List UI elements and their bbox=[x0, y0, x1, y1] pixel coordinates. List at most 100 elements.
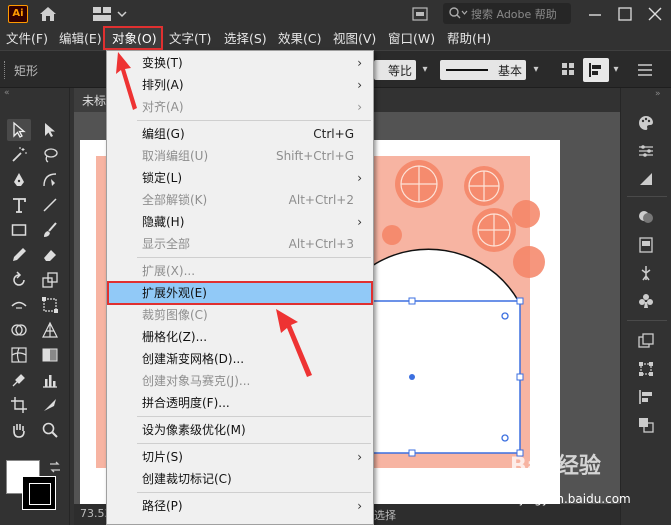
zoom-tool[interactable] bbox=[38, 419, 62, 441]
line-tool[interactable] bbox=[38, 194, 62, 216]
hand-tool[interactable] bbox=[7, 419, 31, 441]
object-menu-item[interactable]: 变换(T) › bbox=[108, 52, 372, 74]
workspace-switcher-icon[interactable] bbox=[92, 6, 128, 22]
expand-icon[interactable]: » bbox=[655, 89, 661, 99]
submenu-arrow-icon: › bbox=[357, 215, 362, 229]
align-panel-button[interactable] bbox=[634, 386, 658, 408]
rotate-tool[interactable] bbox=[7, 269, 31, 291]
stroke-profile-select[interactable]: 等比 bbox=[374, 60, 416, 80]
graph-tool[interactable] bbox=[38, 369, 62, 391]
chevron-down-icon[interactable]: ▾ bbox=[608, 60, 624, 80]
shape-builder-tool[interactable] bbox=[7, 319, 31, 341]
menu-edit[interactable]: 编辑(E) bbox=[59, 30, 102, 48]
chevron-down-icon[interactable]: ▾ bbox=[528, 60, 544, 80]
puppet-icon bbox=[641, 266, 651, 281]
object-menu-item[interactable]: 切片(S) › bbox=[108, 446, 372, 468]
object-menu-item[interactable]: 创建渐变网格(D)... bbox=[108, 348, 372, 370]
collapse-icon[interactable]: « bbox=[4, 88, 10, 98]
object-menu-item[interactable]: 锁定(L) › bbox=[108, 167, 372, 189]
object-menu-item[interactable]: 创建裁切标记(C) bbox=[108, 468, 372, 490]
document-icon[interactable] bbox=[412, 7, 428, 21]
properties-panel-button[interactable] bbox=[634, 140, 658, 162]
rectangle-tool[interactable] bbox=[7, 219, 31, 241]
transform-panel-button[interactable] bbox=[634, 358, 658, 380]
menu-file[interactable]: 文件(F) bbox=[6, 30, 48, 48]
menu-select[interactable]: 选择(S) bbox=[224, 30, 267, 48]
paintbrush-tool[interactable] bbox=[38, 219, 62, 241]
gradient-tool[interactable] bbox=[38, 344, 62, 366]
menu-item-label: 裁剪图像(C) bbox=[142, 308, 208, 322]
width-tool[interactable] bbox=[7, 294, 31, 316]
align-button[interactable] bbox=[583, 58, 609, 82]
stroke-color-swatch[interactable] bbox=[22, 476, 56, 510]
menu-effect[interactable]: 效果(C) bbox=[278, 30, 321, 48]
more-options-icon[interactable] bbox=[637, 63, 653, 77]
pathfinder-panel-button[interactable] bbox=[634, 414, 658, 436]
object-menu-item: 取消编组(U) Shift+Ctrl+G bbox=[108, 145, 372, 167]
slice-tool[interactable] bbox=[38, 394, 62, 416]
appearance-panel-button[interactable] bbox=[634, 234, 658, 256]
stroke-profile-value: 等比 bbox=[387, 64, 412, 78]
shape-builder-icon bbox=[11, 324, 27, 336]
magic-wand-tool[interactable] bbox=[7, 144, 31, 166]
submenu-arrow-icon: › bbox=[357, 450, 362, 464]
object-menu-item[interactable]: 栅格化(Z)... bbox=[108, 326, 372, 348]
direct-selection-tool[interactable] bbox=[38, 119, 62, 141]
type-tool[interactable] bbox=[7, 194, 31, 216]
close-icon[interactable] bbox=[645, 4, 665, 24]
transparency-panel-button[interactable] bbox=[634, 206, 658, 228]
mesh-tool[interactable] bbox=[7, 344, 31, 366]
panel-grip[interactable] bbox=[4, 61, 7, 79]
gradient-panel-button[interactable] bbox=[634, 168, 658, 190]
app-logo: Ai bbox=[8, 5, 28, 23]
symbols-panel-button[interactable] bbox=[634, 290, 658, 312]
brush-select[interactable]: 基本 bbox=[440, 60, 526, 80]
object-menu-item[interactable]: 扩展外观(E) bbox=[107, 281, 373, 305]
eyedropper-tool[interactable] bbox=[7, 369, 31, 391]
grid-icon[interactable] bbox=[561, 62, 575, 76]
menu-item-shortcut: Alt+Ctrl+2 bbox=[288, 193, 354, 207]
lasso-tool[interactable] bbox=[38, 144, 62, 166]
layers-panel-button[interactable] bbox=[634, 330, 658, 352]
object-menu-item[interactable]: 排列(A) › bbox=[108, 74, 372, 96]
search-input[interactable]: 搜索 Adobe 帮助 bbox=[443, 3, 571, 24]
home-icon[interactable] bbox=[38, 5, 58, 23]
minimize-icon[interactable] bbox=[585, 4, 605, 24]
object-menu-item: 裁剪图像(C) bbox=[108, 304, 372, 326]
menu-item-shortcut: Ctrl+G bbox=[313, 127, 354, 141]
puppet-warp-panel-button[interactable] bbox=[634, 262, 658, 284]
swap-colors-icon[interactable] bbox=[48, 460, 62, 474]
object-menu-item[interactable]: 路径(P) › bbox=[108, 495, 372, 517]
color-panel-button[interactable] bbox=[634, 112, 658, 134]
menu-object-highlight[interactable]: 对象(O) bbox=[103, 26, 163, 50]
pen-tool[interactable] bbox=[7, 169, 31, 191]
selection-tool[interactable] bbox=[7, 119, 31, 141]
menu-item-label: 排列(A) bbox=[142, 78, 184, 92]
object-menu-item[interactable]: 拼合透明度(F)... bbox=[108, 392, 372, 414]
menu-view[interactable]: 视图(V) bbox=[333, 30, 376, 48]
maximize-icon[interactable] bbox=[615, 4, 635, 24]
eraser-tool[interactable] bbox=[38, 244, 62, 266]
menu-item-label: 创建渐变网格(D)... bbox=[142, 352, 245, 366]
menu-help[interactable]: 帮助(H) bbox=[447, 30, 491, 48]
shaper-tool[interactable] bbox=[7, 244, 31, 266]
object-menu-item: 扩展(X)... bbox=[108, 260, 372, 282]
curvature-tool[interactable] bbox=[38, 169, 62, 191]
sliders-icon bbox=[639, 145, 653, 157]
object-menu-item[interactable]: 编组(G) Ctrl+G bbox=[108, 123, 372, 145]
free-transform-icon bbox=[42, 297, 58, 313]
object-menu-item[interactable]: 设为像素级优化(M) bbox=[108, 419, 372, 441]
menu-window[interactable]: 窗口(W) bbox=[388, 30, 435, 48]
perspective-grid-tool[interactable] bbox=[38, 319, 62, 341]
menu-text[interactable]: 文字(T) bbox=[169, 30, 211, 48]
tools-panel-header[interactable]: « bbox=[0, 88, 70, 102]
pen-icon bbox=[14, 173, 24, 186]
menu-separator bbox=[137, 257, 371, 258]
object-menu-item[interactable]: 隐藏(H) › bbox=[108, 211, 372, 233]
chevron-down-icon[interactable]: ▾ bbox=[417, 60, 433, 80]
scale-tool[interactable] bbox=[38, 269, 62, 291]
title-bar: Ai 搜索 Adobe 帮助 bbox=[0, 0, 671, 28]
menu-object[interactable]: 对象(O) bbox=[112, 30, 157, 48]
artboard-tool[interactable] bbox=[7, 394, 31, 416]
free-transform-tool[interactable] bbox=[38, 294, 62, 316]
